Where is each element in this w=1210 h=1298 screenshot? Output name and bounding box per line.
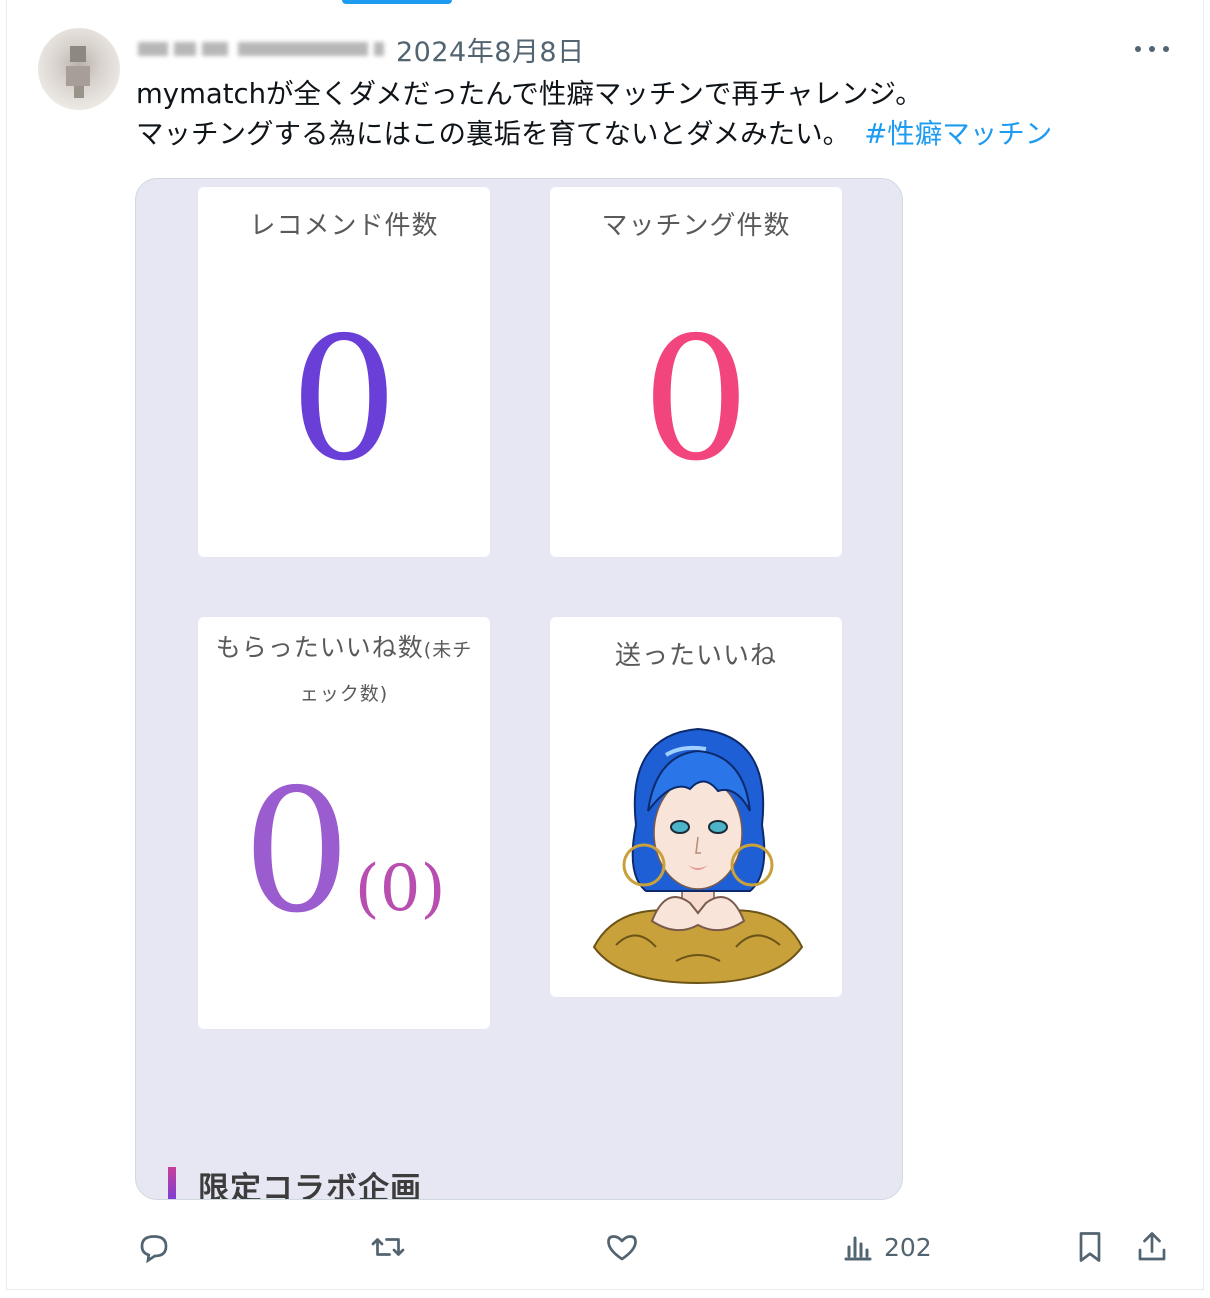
received-likes-label: もらったいいね数(未チェック数) — [215, 633, 473, 705]
attached-image[interactable]: レコメンド件数 0 マッチング件数 0 もらったいいね数(未チェック数) 0(0… — [135, 178, 903, 1200]
reply-button[interactable] — [136, 1224, 172, 1270]
avatar[interactable] — [38, 28, 120, 110]
section-accent-bar — [168, 1167, 176, 1199]
more-options-icon[interactable] — [1135, 38, 1169, 60]
recommend-count-value: 0 — [289, 301, 399, 499]
matching-count-card: マッチング件数 0 — [550, 187, 842, 557]
tweet-text: mymatchが全くダメだったんで性癖マッチンで再チャレンジ。 マッチングする為… — [136, 74, 1176, 154]
matching-count-label: マッチング件数 — [601, 211, 791, 241]
tweet-text-line2: マッチングする為にはこの裏垢を育てないとダメみたい。 — [136, 118, 851, 150]
hashtag-link[interactable]: #性癖マッチン — [864, 118, 1052, 150]
recommend-count-label: レコメンド件数 — [249, 211, 439, 241]
share-icon — [1138, 1232, 1166, 1261]
views-icon — [844, 1236, 872, 1261]
like-icon — [607, 1235, 637, 1261]
views-button[interactable]: 202 — [840, 1224, 932, 1270]
recommend-count-card: レコメンド件数 0 — [198, 187, 490, 557]
share-button[interactable] — [1134, 1224, 1170, 1270]
repost-button[interactable] — [370, 1224, 406, 1270]
received-likes-value: 0(0) — [242, 753, 446, 951]
repost-icon — [371, 1238, 405, 1256]
tweet-text-line1: mymatchが全くダメだったんで性癖マッチンで再チャレンジ。 — [136, 78, 923, 110]
reply-icon — [140, 1235, 168, 1264]
bookmark-icon — [1079, 1232, 1101, 1262]
blurred-username[interactable] — [138, 36, 388, 62]
like-button[interactable] — [604, 1224, 640, 1270]
character-illustration — [592, 727, 804, 985]
matching-count-value: 0 — [641, 301, 751, 499]
views-count: 202 — [884, 1232, 932, 1262]
unchecked-likes-value: (0) — [354, 852, 446, 926]
sent-likes-label: 送ったいいね — [614, 641, 777, 671]
section-title: 限定コラボ企画 — [198, 1171, 422, 1200]
post-date[interactable]: 2024年8月8日 — [396, 30, 585, 69]
tab-indicator — [342, 0, 452, 4]
action-bar: 202 — [0, 1224, 1210, 1270]
bookmark-button[interactable] — [1072, 1224, 1108, 1270]
sent-likes-card: 送ったいいね — [550, 617, 842, 997]
